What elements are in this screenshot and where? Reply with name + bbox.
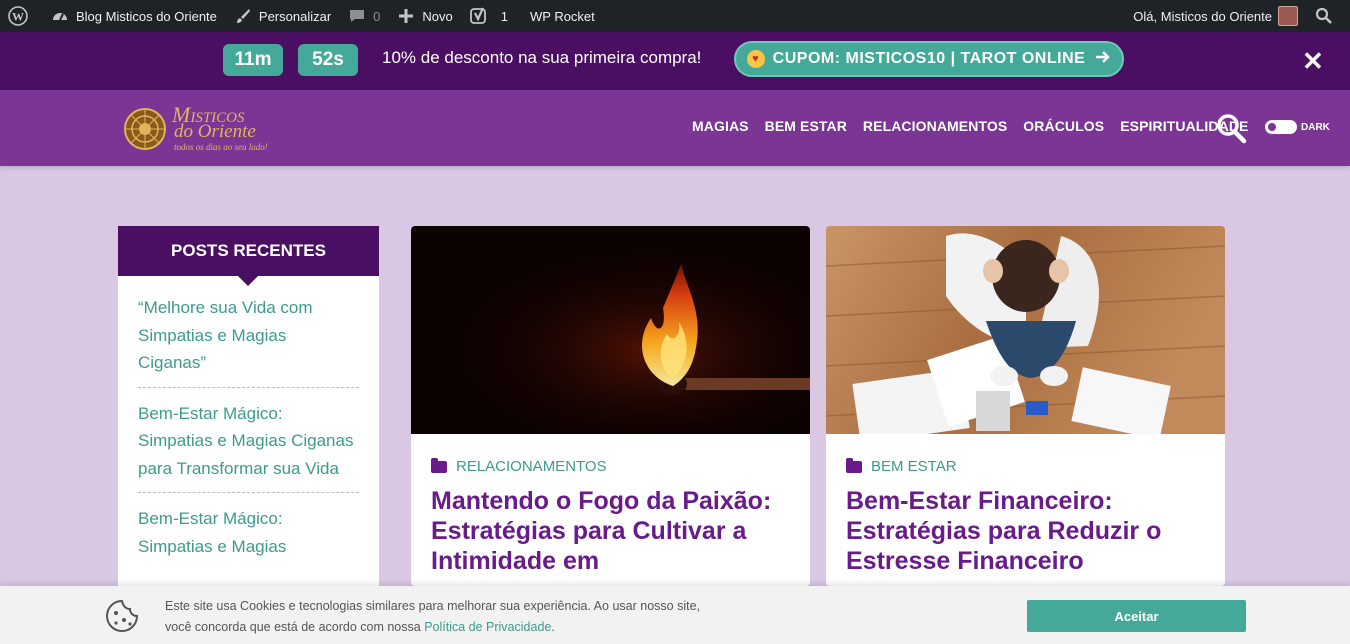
yoast-count: 1 xyxy=(500,8,508,24)
wordpress-logo-button[interactable]: W xyxy=(0,0,42,32)
post-category[interactable]: BEM ESTAR xyxy=(846,457,957,475)
site-logo[interactable]: Misticos do Oriente todos os dias ao seu… xyxy=(124,102,294,156)
dark-mode-toggle[interactable]: DARK xyxy=(1265,120,1330,134)
post-category[interactable]: RELACIONAMENTOS xyxy=(431,457,607,475)
paintbrush-icon xyxy=(233,6,253,26)
wordpress-icon: W xyxy=(8,6,28,26)
comment-icon xyxy=(347,6,367,26)
wp-admin-bar: W Blog Misticos do Oriente Personalizar … xyxy=(0,0,1350,32)
cookie-consent-bar: Este site usa Cookies e tecnologias simi… xyxy=(0,586,1350,644)
avatar xyxy=(1278,6,1298,26)
logo-tagline: todos os dias ao seu lado! xyxy=(174,142,268,152)
user-account-menu[interactable]: Olá, Misticos do Oriente xyxy=(1125,0,1306,32)
new-content-button[interactable]: Novo xyxy=(388,0,460,32)
countdown-seconds: 52s xyxy=(298,44,358,76)
toggle-track xyxy=(1265,120,1297,134)
recent-post-link[interactable]: “Melhore sua Vida com Simpatias e Magias… xyxy=(138,294,359,388)
admin-search-button[interactable] xyxy=(1306,0,1350,32)
search-icon[interactable] xyxy=(1215,112,1247,144)
close-icon[interactable]: ✕ xyxy=(1302,46,1324,77)
recent-post-link[interactable]: Bem-Estar Mágico: Simpatias e Magias xyxy=(138,505,359,570)
category-label: BEM ESTAR xyxy=(871,458,957,475)
cookie-text-line2: você concorda que está de acordo com nos… xyxy=(165,620,425,634)
site-name: Blog Misticos do Oriente xyxy=(76,8,217,24)
dark-label: DARK xyxy=(1301,121,1330,133)
wp-rocket-label: WP Rocket xyxy=(530,8,595,24)
cookie-text-line2-wrap: você concorda que está de acordo com nos… xyxy=(165,617,785,638)
nav-item-magias[interactable]: MAGIAS xyxy=(692,118,749,134)
nav-item-bem-estar[interactable]: BEM ESTAR xyxy=(765,118,847,134)
yoast-seo-button[interactable]: 1 xyxy=(461,0,516,32)
post-title[interactable]: Bem-Estar Financeiro: Estratégias para R… xyxy=(846,486,1211,576)
post-thumbnail-match-flame[interactable] xyxy=(411,226,810,434)
promo-text: 10% de desconto na sua primeira compra! xyxy=(382,48,702,67)
cookie-text-line1: Este site usa Cookies e tecnologias simi… xyxy=(165,599,700,613)
main-nav: MAGIAS BEM ESTAR RELACIONAMENTOS ORÁCULO… xyxy=(692,118,1265,134)
wp-rocket-menu[interactable]: WP Rocket xyxy=(516,0,603,32)
heart-eyes-emoji-icon: ♥ xyxy=(746,50,765,68)
search-icon xyxy=(1314,6,1334,26)
nav-item-oraculos[interactable]: ORÁCULOS xyxy=(1023,118,1104,134)
coupon-button[interactable]: ♥ CUPOM: MISTICOS10 | TAROT ONLINE xyxy=(734,41,1124,77)
folder-icon xyxy=(846,457,862,473)
user-greeting: Olá, Misticos do Oriente xyxy=(1133,8,1272,24)
arrow-right-icon xyxy=(1095,50,1111,69)
new-label: Novo xyxy=(422,8,453,24)
customize-label: Personalizar xyxy=(258,8,332,24)
accept-cookies-button[interactable]: Aceitar xyxy=(1027,600,1246,632)
site-name-menu[interactable]: Blog Misticos do Oriente xyxy=(42,0,225,32)
site-header: Misticos do Oriente todos os dias ao seu… xyxy=(0,90,1350,166)
recent-posts-list: “Melhore sua Vida com Simpatias e Magias… xyxy=(118,276,379,570)
logo-line2: do Oriente xyxy=(174,121,256,142)
cookie-message: Este site usa Cookies e tecnologias simi… xyxy=(165,596,785,638)
plus-icon xyxy=(396,6,416,26)
nav-item-relacionamentos[interactable]: RELACIONAMENTOS xyxy=(863,118,1007,134)
promo-banner: 11m 52s 10% de desconto na sua primeira … xyxy=(0,32,1350,90)
privacy-policy-link[interactable]: Política de Privacidade xyxy=(424,620,551,634)
countdown-minutes: 11m xyxy=(223,44,283,76)
post-title[interactable]: Mantendo o Fogo da Paixão: Estratégias p… xyxy=(431,486,796,576)
comments-count: 0 xyxy=(373,8,381,24)
comments-button[interactable]: 0 xyxy=(339,0,388,32)
yoast-icon xyxy=(469,6,489,26)
coupon-label: CUPOM: MISTICOS10 | TAROT ONLINE xyxy=(772,50,1086,67)
widget-title: POSTS RECENTES xyxy=(118,226,379,286)
cookie-text-suffix: . xyxy=(551,620,555,634)
recent-posts-widget: POSTS RECENTES “Melhore sua Vida com Sim… xyxy=(118,226,379,586)
post-thumbnail-stressed-woman[interactable] xyxy=(826,226,1225,434)
toggle-knob xyxy=(1268,123,1276,131)
recent-post-link[interactable]: Bem-Estar Mágico: Simpatias e Magias Cig… xyxy=(138,400,359,493)
category-label: RELACIONAMENTOS xyxy=(456,458,607,475)
customize-button[interactable]: Personalizar xyxy=(225,0,339,32)
post-card[interactable]: BEM ESTAR Bem-Estar Financeiro: Estratég… xyxy=(826,226,1225,586)
dashboard-icon xyxy=(50,6,70,26)
cookie-icon xyxy=(104,598,140,634)
svg-text:W: W xyxy=(12,10,24,24)
folder-icon xyxy=(431,457,447,473)
post-card[interactable]: RELACIONAMENTOS Mantendo o Fogo da Paixã… xyxy=(411,226,810,586)
